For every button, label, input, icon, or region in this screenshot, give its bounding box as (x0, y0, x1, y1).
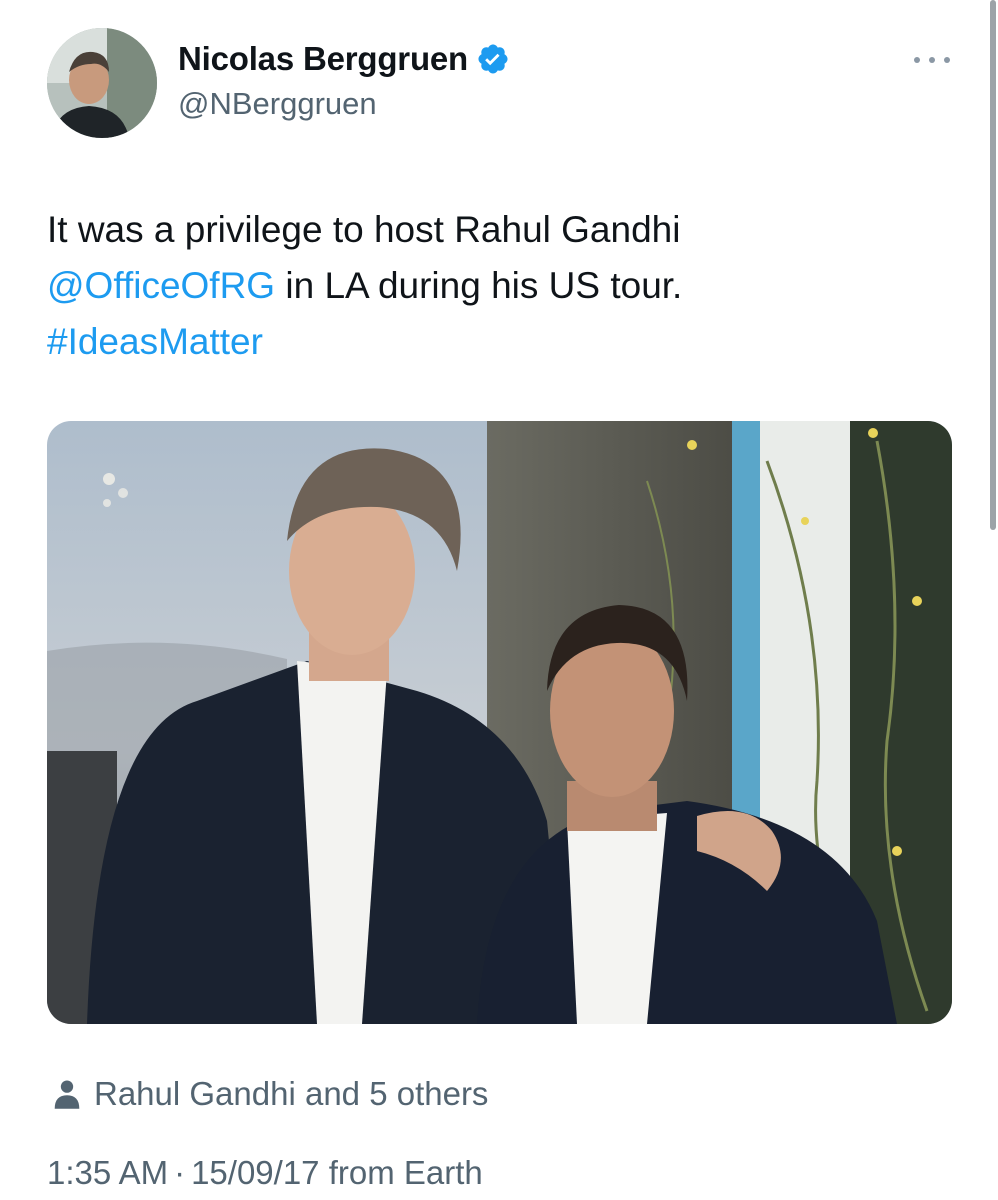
hashtag-link[interactable]: #IdeasMatter (47, 321, 263, 362)
scrollbar[interactable] (990, 0, 996, 530)
verified-badge-icon (478, 44, 508, 74)
author-display-name[interactable]: Nicolas Berggruen (178, 40, 468, 78)
more-dot-icon (929, 57, 935, 63)
tweet-photo[interactable] (47, 421, 952, 1024)
tweet-text: It was a privilege to host Rahul Gandhi … (47, 202, 947, 370)
mention-link[interactable]: @OfficeOfRG (47, 265, 275, 306)
author-block: Nicolas Berggruen @NBerggruen (178, 40, 510, 122)
author-handle[interactable]: @NBerggruen (178, 86, 510, 122)
person-icon (54, 1080, 80, 1109)
tweet-text-line-2: @OfficeOfRG in LA during his US tour. (47, 258, 947, 314)
tweet-time[interactable]: 1:35 AM (47, 1154, 168, 1191)
avatar-photo (47, 28, 157, 138)
tweet-metadata: 1:35 AM · 15/09/17 from Earth (47, 1154, 483, 1192)
tweet-date[interactable]: 15/09/17 (191, 1154, 319, 1191)
tweet-text-line-1: It was a privilege to host Rahul Gandhi (47, 209, 681, 250)
more-options-button[interactable] (914, 48, 950, 72)
more-dot-icon (944, 57, 950, 63)
tagged-people[interactable]: Rahul Gandhi and 5 others (52, 1075, 488, 1113)
tagged-people-text: Rahul Gandhi and 5 others (94, 1075, 489, 1112)
tweet-text-line-3: #IdeasMatter (47, 314, 947, 370)
author-avatar[interactable] (47, 28, 157, 138)
more-dot-icon (914, 57, 920, 63)
tweet-text-line-2-rest: in LA during his US tour. (275, 265, 683, 306)
tweet: Nicolas Berggruen @NBerggruen It was a p… (0, 0, 998, 1200)
photo-image (47, 421, 952, 1024)
tweet-source: from Earth (328, 1154, 483, 1191)
author-name-row[interactable]: Nicolas Berggruen (178, 40, 510, 78)
meta-separator: · (174, 1154, 186, 1191)
